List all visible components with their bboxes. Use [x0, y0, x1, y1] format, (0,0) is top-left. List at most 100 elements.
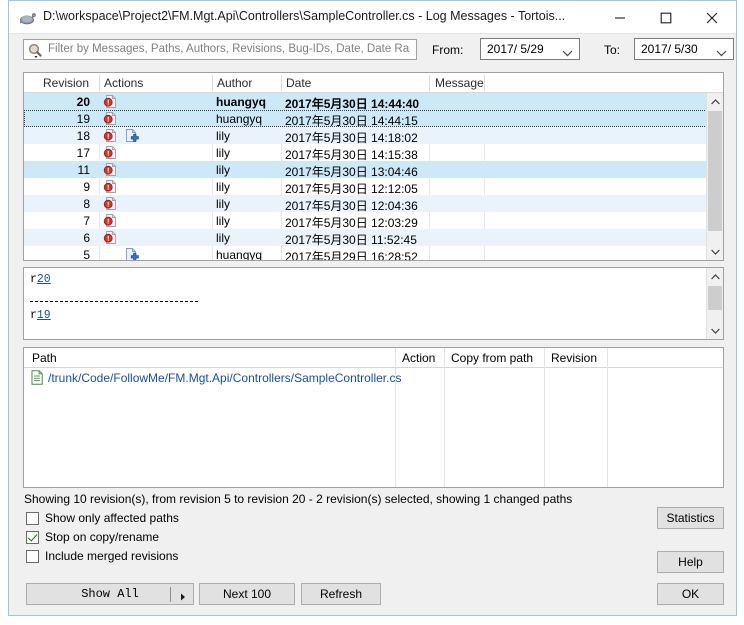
message-prefix: r [30, 273, 37, 286]
modified-icon [103, 111, 118, 126]
ok-button[interactable]: OK [657, 583, 724, 605]
next-100-button[interactable]: Next 100 [199, 583, 295, 605]
author-name: huangyq [216, 95, 266, 109]
author-name: lily [216, 231, 230, 245]
revision-list-header: Revision Actions Author Date Message [24, 73, 723, 93]
option-label: Show only affected paths [45, 511, 179, 525]
checkbox[interactable] [26, 550, 39, 563]
author-name: lily [216, 214, 230, 228]
message-line-2: r19 [30, 309, 51, 322]
ok-label: OK [681, 587, 700, 601]
grid-line [544, 348, 545, 487]
from-date-picker[interactable]: 2017/ 5/29 [480, 38, 580, 60]
modified-icon [103, 94, 118, 109]
table-row[interactable]: 9 lily 2017年5月30日 12:12:05 [24, 178, 723, 196]
revision-number: 20 [76, 95, 90, 109]
table-row[interactable]: 8 lily 2017年5月30日 12:04:36 [24, 195, 723, 213]
table-row[interactable]: 17 lily 2017年5月30日 14:15:38 [24, 144, 723, 162]
show-all-label: Show All [81, 587, 139, 601]
revision-list-body: 20 huangyq 2017年5月30日 14:44:40 19 huangyq 201… [24, 93, 723, 260]
author-name: lily [216, 180, 230, 194]
scroll-thumb[interactable] [708, 111, 722, 231]
checkbox[interactable] [26, 531, 39, 544]
table-row[interactable]: 19 huangyq 2017年5月30日 14:44:15 [24, 110, 723, 128]
revision-list[interactable]: Revision Actions Author Date Message 20 h… [23, 72, 724, 261]
revision-link-20[interactable]: 20 [37, 273, 51, 286]
header-divider[interactable] [99, 75, 100, 91]
to-label: To: [604, 43, 621, 57]
next-100-label: Next 100 [222, 587, 272, 601]
chevron-down-icon [562, 46, 573, 60]
revision-list-scrollbar[interactable] [706, 93, 723, 260]
filter-placeholder: Filter by Messages, Paths, Authors, Revi… [48, 43, 410, 55]
modified-icon [103, 230, 118, 245]
header-divider[interactable] [212, 75, 213, 91]
revision-number: 9 [83, 180, 90, 194]
column-header-date[interactable]: Date [286, 76, 311, 90]
path-value: /trunk/Code/FollowMe/FM.Mgt.Api/Controll… [48, 371, 402, 385]
table-row[interactable]: 5 huangyq 2017年5月29日 16:28:52 [24, 246, 723, 260]
column-header-revision[interactable]: Revision [551, 351, 597, 365]
table-row[interactable]: 11 lily 2017年5月30日 13:04:46 [24, 161, 723, 179]
maximize-button[interactable] [644, 1, 690, 32]
table-row[interactable]: 7 lily 2017年5月30日 12:03:29 [24, 212, 723, 230]
table-row[interactable]: /trunk/Code/FollowMe/FM.Mgt.Api/Controll… [24, 370, 723, 386]
log-messages-dialog: D:\workspace\Project2\FM.Mgt.Api\Control… [8, 0, 737, 616]
to-date-picker[interactable]: 2017/ 5/30 [634, 38, 734, 60]
revision-number: 7 [83, 214, 90, 228]
author-name: lily [216, 146, 230, 160]
title-bar: D:\workspace\Project2\FM.Mgt.Api\Control… [9, 1, 736, 34]
grid-line [607, 348, 608, 487]
search-icon [27, 42, 45, 59]
header-divider[interactable] [429, 75, 430, 91]
statistics-button[interactable]: Statistics [657, 507, 724, 529]
revision-number: 17 [76, 146, 90, 160]
refresh-button[interactable]: Refresh [301, 583, 381, 605]
revision-number: 8 [83, 197, 90, 211]
author-name: huangyq [216, 112, 263, 126]
author-name: lily [216, 163, 230, 177]
header-divider[interactable] [484, 75, 485, 91]
column-header-actions[interactable]: Actions [104, 76, 143, 90]
column-header-revision[interactable]: Revision [43, 76, 89, 90]
table-row[interactable]: 18 lily 2017年5月30日 14:18:02 [24, 127, 723, 145]
scroll-up-icon[interactable] [707, 268, 723, 285]
option-label: Include merged revisions [45, 549, 179, 563]
log-message-pane[interactable]: r20 r19 [23, 267, 724, 340]
minimize-button[interactable] [598, 1, 644, 32]
scroll-down-icon[interactable] [707, 243, 723, 260]
show-all-button[interactable]: Show All [26, 583, 194, 605]
checkbox[interactable] [26, 512, 39, 525]
help-button[interactable]: Help [657, 551, 724, 573]
column-header-author[interactable]: Author [217, 76, 252, 90]
table-row[interactable]: 20 huangyq 2017年5月30日 14:44:40 [24, 93, 723, 111]
table-row[interactable]: 6 lily 2017年5月30日 11:52:45 [24, 229, 723, 247]
scroll-up-icon[interactable] [707, 93, 723, 110]
column-header-path[interactable]: Path [32, 351, 57, 365]
revision-number: 6 [83, 231, 90, 245]
chevron-right-icon[interactable] [180, 591, 186, 605]
to-date-value: 2017/ 5/30 [641, 42, 698, 56]
tortoisesvn-icon [19, 9, 37, 27]
message-pane-scrollbar[interactable] [706, 268, 723, 339]
added-icon [124, 128, 139, 143]
filter-input[interactable]: Filter by Messages, Paths, Authors, Revi… [23, 39, 417, 60]
split-separator [170, 587, 171, 602]
column-header-action[interactable]: Action [402, 351, 435, 365]
scroll-down-icon[interactable] [707, 322, 723, 339]
changed-paths-list[interactable]: Path Action Copy from path Revision /tru… [23, 347, 724, 488]
chevron-down-icon [716, 46, 727, 60]
header-divider[interactable] [281, 75, 282, 91]
message-prefix: r [30, 309, 37, 322]
modified-icon [103, 196, 118, 211]
column-header-copy-from-path[interactable]: Copy from path [451, 351, 533, 365]
file-icon [30, 370, 44, 385]
revision-number: 19 [76, 112, 90, 126]
close-button[interactable] [690, 1, 736, 32]
revision-link-19[interactable]: 19 [37, 309, 51, 322]
modified-icon [103, 128, 118, 143]
status-text: Showing 10 revision(s), from revision 5 … [24, 492, 573, 506]
column-header-message[interactable]: Message [435, 76, 484, 90]
modified-icon [103, 145, 118, 160]
scroll-thumb[interactable] [708, 286, 722, 310]
